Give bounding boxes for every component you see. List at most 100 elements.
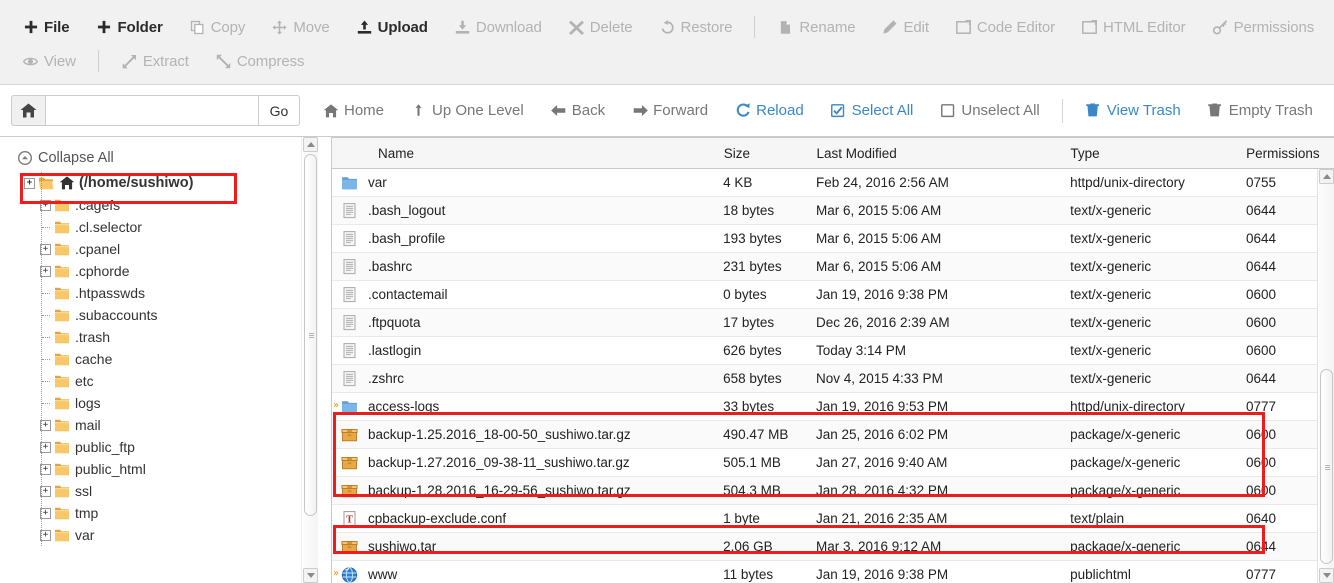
file-row[interactable]: backup-1.25.2016_18-00-50_sushiwo.tar.gz… [332, 421, 1334, 449]
path-input[interactable] [45, 95, 259, 126]
file-modified-cell: Jan 25, 2016 6:02 PM [815, 427, 949, 442]
nav-link-up-one-level[interactable]: Up One Level [410, 102, 524, 119]
nav-link-reload[interactable]: Reload [734, 102, 804, 119]
file-row[interactable]: backup-1.27.2016_09-38-11_sushiwo.tar.gz… [332, 449, 1334, 477]
file-name-cell[interactable]: .contactemail [332, 286, 723, 304]
tree-node-public-ftp[interactable]: + public_ftp [0, 436, 318, 458]
tree-node-dot-htpasswds[interactable]: .htpasswds [0, 282, 318, 304]
column-header-size[interactable]: Size [724, 146, 817, 161]
tree-node-mail[interactable]: + mail [0, 414, 318, 436]
nav-link-home[interactable]: Home [322, 102, 384, 119]
toolbar-button-html-editor: HTML Editor [1081, 19, 1186, 36]
tree-node-dot-cpanel[interactable]: + .cpanel [0, 238, 318, 260]
file-name-cell[interactable]: .ftpquota [332, 314, 723, 332]
tree-node-var[interactable]: + var [0, 524, 318, 546]
file-type-cell: publichtml [1070, 567, 1131, 582]
file-name-cell[interactable]: .lastlogin [332, 342, 723, 360]
file-name-label: sushiwo.tar [368, 539, 437, 554]
tree-node-label: tmp [75, 505, 99, 521]
tree-node-dot-cphorde[interactable]: + .cphorde [0, 260, 318, 282]
go-button[interactable]: Go [259, 95, 300, 126]
file-scroll-thumb[interactable] [1320, 369, 1333, 564]
column-header-type[interactable]: Type [1070, 146, 1246, 161]
address-bar-group: Go [11, 95, 300, 126]
nav-link-view-trash[interactable]: View Trash [1085, 102, 1181, 119]
file-row[interactable]: » www 11 bytes Jan 19, 2016 9:38 PM publicht… [332, 561, 1334, 583]
collapse-all-icon [18, 151, 32, 165]
file-scroll-up-arrow[interactable] [1319, 169, 1334, 184]
file-name-cell[interactable]: .bashrc [332, 258, 723, 276]
nav-link-forward[interactable]: Forward [631, 102, 708, 119]
tree-node-tmp[interactable]: + tmp [0, 502, 318, 524]
sidebar-scrollbar[interactable] [301, 137, 318, 583]
tree-node-etc[interactable]: etc [0, 370, 318, 392]
nav-link-unselect-all[interactable]: Unselect All [939, 102, 1040, 119]
file-row[interactable]: Tcpbackup-exclude.conf 1 byte Jan 21, 2016… [332, 505, 1334, 533]
file-row[interactable]: sushiwo.tar 2.06 GB Mar 3, 2016 9:12 AM pac… [332, 533, 1334, 561]
file-name-cell[interactable]: backup-1.25.2016_18-00-50_sushiwo.tar.gz [332, 426, 723, 444]
file-type-cell: text/plain [1070, 511, 1125, 526]
file-size-cell: 231 bytes [723, 259, 782, 274]
compress-icon [215, 53, 232, 69]
column-header-permissions[interactable]: Permissions [1246, 146, 1334, 161]
toolbar-button-extract: Extract [121, 53, 189, 70]
toolbar-button-delete: Delete [568, 19, 633, 36]
file-row[interactable]: .contactemail 0 bytes Jan 19, 2016 9:38 PM… [332, 281, 1334, 309]
file-row[interactable]: .bash_profile 193 bytes Mar 6, 2015 5:06 A… [332, 225, 1334, 253]
tree-node-ssl[interactable]: + ssl [0, 480, 318, 502]
file-name-cell[interactable]: var [332, 174, 723, 192]
file-row[interactable]: .bash_logout 18 bytes Mar 6, 2015 5:06 AM t… [332, 197, 1334, 225]
file-row[interactable]: backup-1.28.2016_16-29-56_sushiwo.tar.gz… [332, 477, 1334, 505]
tree-node-label: .subaccounts [75, 307, 158, 323]
sidebar-scroll-up-arrow[interactable] [303, 137, 318, 152]
file-name-cell[interactable]: .bash_logout [332, 202, 723, 220]
tree-node-cache[interactable]: cache [0, 348, 318, 370]
column-header-last-modified[interactable]: Last Modified [816, 146, 1070, 161]
collapse-all-button[interactable]: Collapse All [18, 150, 318, 166]
trash-icon [1207, 103, 1224, 119]
file-name-cell[interactable]: backup-1.27.2016_09-38-11_sushiwo.tar.gz [332, 454, 723, 472]
text-file-icon [340, 342, 358, 360]
sidebar-scroll-down-arrow[interactable] [303, 568, 318, 583]
tree-node-logs[interactable]: logs [0, 392, 318, 414]
file-type-cell: package/x-generic [1070, 483, 1181, 498]
address-home-icon[interactable] [11, 95, 45, 126]
file-row[interactable]: .zshrc 658 bytes Nov 4, 2015 4:33 PM text/x… [332, 365, 1334, 393]
column-header-name[interactable]: Name [332, 146, 724, 161]
file-name-label: www [368, 567, 398, 582]
directory-tree-sidebar: Collapse All + (/home/sushiwo) + .cagefs .cl… [0, 137, 318, 583]
file-name-cell[interactable]: .zshrc [332, 370, 723, 388]
file-size-cell: 17 bytes [723, 315, 775, 330]
nav-link-back[interactable]: Back [550, 102, 605, 119]
toolbar-button-file[interactable]: File [22, 19, 70, 36]
tree-node-dot-subaccounts[interactable]: .subaccounts [0, 304, 318, 326]
tree-node-home-root[interactable]: + (/home/sushiwo) [0, 172, 318, 194]
nav-link-select-all[interactable]: Select All [830, 102, 913, 119]
file-size-cell: 505.1 MB [723, 455, 781, 470]
tree-node-dot-cagefs[interactable]: + .cagefs [0, 194, 318, 216]
file-name-cell[interactable]: www [332, 566, 723, 583]
file-name-cell[interactable]: Tcpbackup-exclude.conf [332, 510, 723, 528]
file-row[interactable]: .lastlogin 626 bytes Today 3:14 PM text/x-g… [332, 337, 1334, 365]
tree-node-public-html[interactable]: + public_html [0, 458, 318, 480]
file-name-cell[interactable]: sushiwo.tar [332, 538, 723, 556]
nav-link-empty-trash[interactable]: Empty Trash [1207, 102, 1313, 119]
toolbar-button-upload[interactable]: Upload [356, 19, 428, 36]
text-file-icon [340, 286, 358, 304]
toolbar-button-edit: Edit [881, 19, 929, 36]
file-name-cell[interactable]: access-logs [332, 398, 723, 416]
sidebar-scroll-thumb[interactable] [304, 154, 317, 516]
file-scroll-down-arrow[interactable] [1319, 568, 1334, 583]
archive-icon [340, 482, 358, 500]
file-row[interactable]: » access-logs 33 bytes Jan 19, 2016 9:53 PM… [332, 393, 1334, 421]
tree-node-dot-trash[interactable]: .trash [0, 326, 318, 348]
file-row[interactable]: var 4 KB Feb 24, 2016 2:56 AM httpd/unix-di… [332, 169, 1334, 197]
toolbar-button-folder[interactable]: Folder [95, 19, 163, 36]
tree-expand-toggle[interactable]: + [24, 177, 35, 189]
file-table-scrollbar[interactable] [1317, 169, 1334, 583]
file-name-cell[interactable]: backup-1.28.2016_16-29-56_sushiwo.tar.gz [332, 482, 723, 500]
tree-node-dot-cl-selector[interactable]: .cl.selector [0, 216, 318, 238]
file-name-cell[interactable]: .bash_profile [332, 230, 723, 248]
file-row[interactable]: .ftpquota 17 bytes Dec 26, 2016 2:39 AM tex… [332, 309, 1334, 337]
file-row[interactable]: .bashrc 231 bytes Mar 6, 2015 5:06 AM text/… [332, 253, 1334, 281]
